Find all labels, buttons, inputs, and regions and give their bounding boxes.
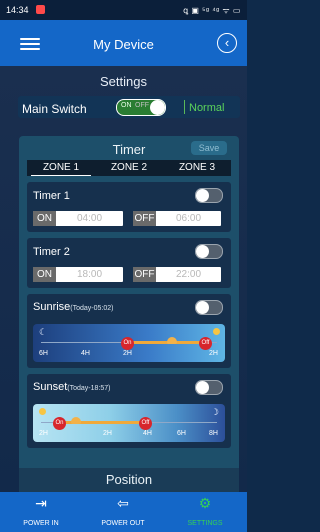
status-indicators: ꝗ ▣ ⁵ᵍ ⁴ᵍ ᯤ ▭ — [183, 6, 241, 15]
notification-icon — [36, 5, 45, 14]
save-button[interactable]: Save — [191, 141, 227, 155]
tab-zone-1[interactable]: ZONE 1 — [27, 162, 95, 173]
timer-panel: Timer Save ZONE 1 ZONE 2 ZONE 3 Timer 1 … — [19, 136, 239, 492]
sunset-off-pin[interactable]: Off — [139, 417, 152, 430]
timer-1-off-field[interactable]: OFF 06:00 — [133, 211, 221, 226]
timer-2-card: Timer 2 ON 18:00 OFF 22:00 — [27, 238, 231, 288]
tick-label: 6H — [39, 350, 48, 357]
timer-2-label: Timer 2 — [33, 246, 70, 258]
on-time: 18:00 — [76, 269, 103, 280]
divider — [184, 100, 185, 114]
back-circle-icon[interactable]: ‹ — [217, 33, 237, 53]
slider-range — [127, 341, 205, 344]
sun-icon — [213, 328, 220, 335]
on-time: 04:00 — [76, 213, 103, 224]
sunrise-label: Sunrise(Today-05:02) — [33, 301, 114, 313]
main-switch-label: Main Switch — [22, 102, 87, 116]
tick-label: 2H — [209, 350, 218, 357]
sunrise-off-pin[interactable]: Off — [199, 337, 212, 350]
timer-1-label: Timer 1 — [33, 190, 70, 202]
nav-power-out[interactable]: ⇦ POWER OUT — [82, 494, 164, 527]
timer-1-toggle[interactable] — [195, 188, 223, 203]
settings-content[interactable]: Settings Main Switch ON OFF Normal Timer… — [0, 66, 247, 492]
tick-label: 4H — [143, 430, 152, 437]
settings-heading: Settings — [100, 74, 147, 89]
sunset-note: (Today-18:57) — [67, 385, 111, 392]
off-time: 22:00 — [175, 269, 202, 280]
status-time: 14:34 — [6, 5, 29, 15]
app-bar: My Device ‹ — [0, 20, 247, 66]
timer-1-on-field[interactable]: ON 04:00 — [33, 211, 123, 226]
toggle-on-text: ON — [121, 102, 132, 109]
timer-1-card: Timer 1 ON 04:00 OFF 06:00 — [27, 182, 231, 232]
on-tag: ON — [33, 211, 56, 226]
sunset-card: Sunset(Today-18:57) ☽ On Off 2H 2H 4H 6H… — [27, 374, 231, 448]
toggle-knob — [150, 100, 165, 115]
timer-2-off-field[interactable]: OFF 22:00 — [133, 267, 221, 282]
main-switch-toggle[interactable]: ON OFF — [116, 99, 166, 116]
tick-label: 4H — [81, 350, 90, 357]
active-tab-indicator — [31, 175, 91, 176]
off-tag: OFF — [133, 211, 156, 226]
zone-tabs: ZONE 1 ZONE 2 ZONE 3 — [27, 160, 231, 176]
nav-settings[interactable]: ⚙ SETTINGS — [164, 494, 246, 527]
tab-zone-2[interactable]: ZONE 2 — [95, 162, 163, 173]
sunrise-slider[interactable]: ☾ On Off 6H 4H 2H 2H — [33, 324, 225, 362]
position-section[interactable]: Position — [19, 468, 239, 492]
nav-power-in[interactable]: ⇥ POWER IN — [0, 494, 82, 527]
sunrise-cloud-icon — [167, 337, 177, 344]
tick-label: 6H — [177, 430, 186, 437]
off-tag: OFF — [133, 267, 156, 282]
nav-label: POWER IN — [23, 520, 59, 527]
tick-label: 8H — [209, 430, 218, 437]
tick-label: 2H — [39, 430, 48, 437]
main-switch-status: Normal — [189, 102, 225, 114]
on-tag: ON — [33, 267, 56, 282]
tick-label: 2H — [123, 350, 132, 357]
sunrise-toggle[interactable] — [195, 300, 223, 315]
sunrise-note: (Today-05:02) — [70, 305, 114, 312]
sunset-toggle[interactable] — [195, 380, 223, 395]
arrow-out-icon: ⇦ — [117, 495, 129, 511]
sunset-cloud-icon — [71, 417, 81, 424]
off-time: 06:00 — [175, 213, 202, 224]
nav-label: SETTINGS — [187, 520, 223, 527]
sunrise-on-pin[interactable]: On — [121, 337, 134, 350]
bottom-nav: ⇥ POWER IN ⇦ POWER OUT ⚙ SETTINGS — [0, 492, 247, 532]
moon-icon: ☽ — [210, 407, 219, 417]
gear-icon: ⚙ — [198, 495, 212, 511]
sunrise-card: Sunrise(Today-05:02) ☾ On Off 6H 4H 2H 2… — [27, 294, 231, 368]
sun-icon — [39, 408, 46, 415]
main-switch-row: Main Switch ON OFF Normal — [18, 96, 240, 118]
timer-2-on-field[interactable]: ON 18:00 — [33, 267, 123, 282]
tick-label: 2H — [103, 430, 112, 437]
arrow-in-icon: ⇥ — [35, 495, 47, 511]
toggle-off-text: OFF — [135, 102, 149, 109]
timer-2-toggle[interactable] — [195, 244, 223, 259]
page-title: My Device — [93, 37, 154, 52]
sunset-label: Sunset(Today-18:57) — [33, 381, 111, 393]
sunset-on-pin[interactable]: On — [53, 417, 66, 430]
status-bar: 14:34 ꝗ ▣ ⁵ᵍ ⁴ᵍ ᯤ ▭ — [0, 0, 247, 20]
tab-zone-3[interactable]: ZONE 3 — [163, 162, 231, 173]
nav-label: POWER OUT — [101, 520, 145, 527]
sunset-slider[interactable]: ☽ On Off 2H 2H 4H 6H 8H — [33, 404, 225, 442]
moon-icon: ☾ — [39, 327, 48, 337]
